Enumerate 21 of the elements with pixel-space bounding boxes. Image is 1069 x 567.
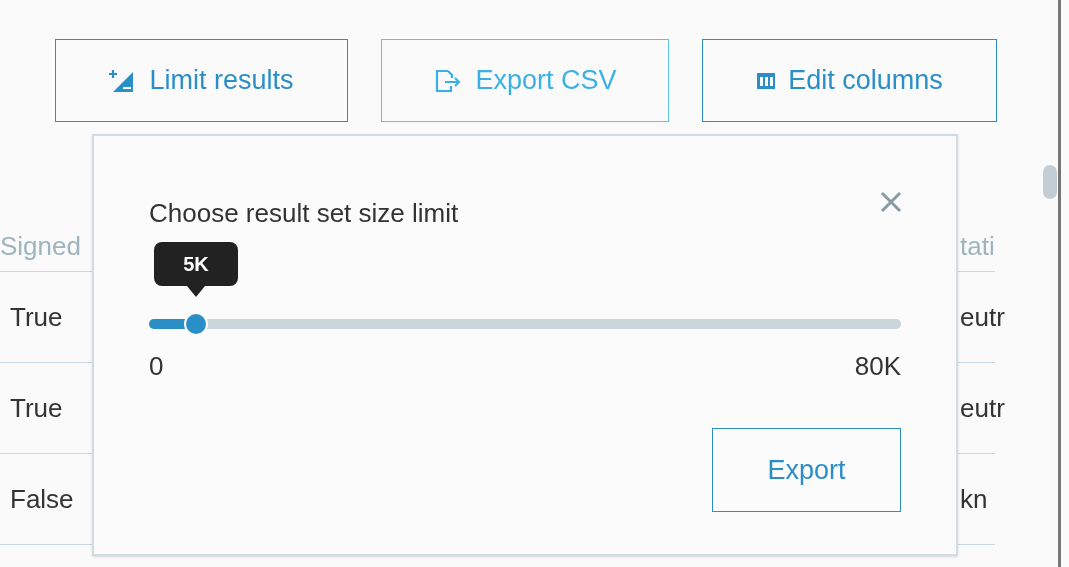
table-cell-text: True <box>9 391 64 425</box>
toolbar-button[interactable]: Export CSV <box>381 39 669 122</box>
table-cell-text: True <box>9 300 64 334</box>
popover-title: Choose result set size limit <box>149 197 459 230</box>
columns-icon <box>756 71 777 90</box>
close-button[interactable] <box>879 190 903 214</box>
column-header: Signed <box>0 230 82 263</box>
export-button[interactable]: Export <box>712 428 901 512</box>
close-icon <box>879 190 903 214</box>
toolbar-button[interactable]: Limit results <box>55 39 348 122</box>
column-header: tati <box>960 230 995 263</box>
slider-min-label: 0 <box>149 350 164 383</box>
table-cell-text: eutr <box>960 391 1005 425</box>
slider-tooltip: 5K <box>154 242 238 297</box>
toolbar-button[interactable]: Edit columns <box>702 39 997 122</box>
slider-thumb[interactable] <box>184 312 208 336</box>
table-cell-text: eutr <box>960 300 1005 334</box>
table-cell-text: False <box>9 482 75 516</box>
slider-max-label: 80K <box>854 350 901 383</box>
table-cell-text: kn <box>960 482 988 516</box>
scrollbar-thumb[interactable] <box>1043 165 1057 199</box>
